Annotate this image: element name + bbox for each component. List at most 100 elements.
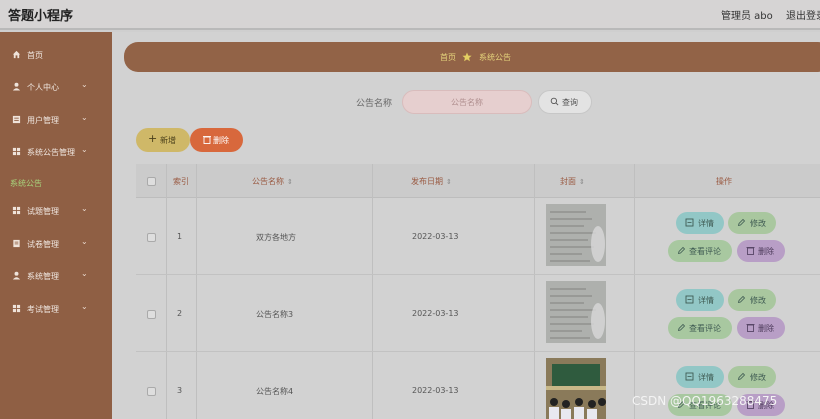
- home-icon: [12, 50, 21, 59]
- table-header: 索引 公告名称 ⇕ 发布日期 ⇕ 封面 ⇕ 操作: [136, 164, 820, 198]
- view-comments-label: 查看评论: [689, 324, 721, 333]
- row-checkbox[interactable]: [147, 310, 156, 319]
- detail-button[interactable]: 详情: [676, 289, 724, 311]
- sort-icon: ⇕: [446, 178, 452, 186]
- breadcrumb-home[interactable]: 首页: [440, 52, 456, 63]
- sidebar-item-label: 系统公告管理: [27, 148, 75, 157]
- delete-button[interactable]: 删除: [737, 240, 785, 262]
- sidebar: 首页 个人中心 ⌄ 用户管理 ⌄ 系统公告管理 ⌄ 系统公告 试题管理 ⌄ 试卷…: [0, 32, 112, 419]
- delete-label: 删除: [758, 247, 774, 256]
- header-date-label: 发布日期: [411, 177, 443, 186]
- user-icon: [12, 82, 21, 91]
- edit-icon: [737, 218, 746, 227]
- table-row: 1 双方各地方 2022-03-13 详情 修改 查看评论 删除: [136, 198, 820, 275]
- row-name: 双方各地方: [256, 233, 296, 242]
- detail-icon: [685, 295, 694, 304]
- cover-thumbnail[interactable]: [546, 281, 606, 343]
- edit-label: 修改: [750, 373, 766, 382]
- sidebar-item-personal-center[interactable]: 个人中心 ⌄: [0, 78, 112, 98]
- sidebar-item-paper-management[interactable]: 试卷管理 ⌄: [0, 235, 112, 255]
- row-date: 2022-03-13: [412, 232, 459, 241]
- chevron-down-icon: ⌄: [81, 269, 88, 278]
- row-index: 2: [177, 309, 183, 318]
- view-comments-button[interactable]: 查看评论: [668, 240, 732, 262]
- query-button[interactable]: 查询: [538, 90, 592, 114]
- header-name-label: 公告名称: [252, 177, 284, 186]
- table-row: 3 公告名称4 2022-03-13 详情 修改 查看评论 删除: [136, 352, 820, 419]
- row-checkbox[interactable]: [147, 233, 156, 242]
- sidebar-item-label: 试卷管理: [27, 240, 59, 249]
- trash-icon: [746, 324, 755, 332]
- user-icon: [12, 271, 21, 280]
- sidebar-item-system-management[interactable]: 系统管理 ⌄: [0, 267, 112, 287]
- row-checkbox[interactable]: [147, 387, 156, 396]
- sidebar-item-label: 个人中心: [27, 83, 59, 92]
- batch-delete-button[interactable]: 删除: [190, 128, 243, 152]
- delete-button[interactable]: 删除: [737, 317, 785, 339]
- chevron-down-icon: ⌄: [81, 113, 88, 122]
- edit-label: 修改: [750, 219, 766, 228]
- edit-button[interactable]: 修改: [728, 366, 776, 388]
- sidebar-item-notice[interactable]: 系统公告: [0, 174, 112, 194]
- delete-label: 删除: [758, 324, 774, 333]
- sidebar-item-label: 系统管理: [27, 272, 59, 281]
- trash-icon: [203, 136, 211, 144]
- grid-icon: [12, 147, 21, 156]
- watermark: CSDN @QQ1963288475: [632, 394, 778, 408]
- search-icon: [550, 97, 559, 106]
- row-index: 1: [177, 232, 183, 241]
- logout-link[interactable]: 退出登录: [786, 7, 820, 22]
- chevron-down-icon: ⌄: [81, 204, 88, 213]
- row-date: 2022-03-13: [412, 386, 459, 395]
- edit-label: 修改: [750, 296, 766, 305]
- notice-table: 索引 公告名称 ⇕ 发布日期 ⇕ 封面 ⇕ 操作 1 双方各地方 2022-03-13: [136, 164, 820, 419]
- search-label: 公告名称: [356, 99, 393, 109]
- edit-icon: [737, 295, 746, 304]
- header-cover-label: 封面: [560, 177, 576, 186]
- plus-icon: +: [148, 132, 158, 145]
- sort-icon: ⇕: [287, 178, 293, 186]
- detail-button[interactable]: 详情: [676, 212, 724, 234]
- edit-icon: [677, 323, 686, 332]
- sidebar-item-user-management[interactable]: 用户管理 ⌄: [0, 111, 112, 131]
- header-actions: 操作: [716, 177, 732, 186]
- add-button[interactable]: + 新增: [136, 128, 190, 152]
- sidebar-item-exam-management[interactable]: 考试管理 ⌄: [0, 300, 112, 320]
- table-row: 2 公告名称3 2022-03-13 详情 修改 查看评论 删除: [136, 275, 820, 352]
- chevron-down-icon: ⌄: [81, 145, 88, 154]
- row-name: 公告名称4: [256, 387, 294, 396]
- row-name: 公告名称3: [256, 310, 294, 319]
- detail-button[interactable]: 详情: [676, 366, 724, 388]
- doc-icon: [13, 239, 20, 248]
- chevron-down-icon: ⌄: [81, 302, 88, 311]
- sidebar-item-label: 用户管理: [27, 116, 59, 125]
- batch-delete-label: 删除: [213, 136, 229, 145]
- top-bar: 答题小程序 管理员 abo 退出登录: [0, 0, 820, 30]
- sidebar-item-label: 考试管理: [27, 305, 59, 314]
- cover-thumbnail[interactable]: [546, 204, 606, 266]
- view-comments-button[interactable]: 查看评论: [668, 317, 732, 339]
- detail-label: 详情: [698, 296, 714, 305]
- breadcrumb: 首页 系统公告: [124, 42, 820, 72]
- app-title: 答题小程序: [8, 9, 74, 24]
- grid-icon: [12, 304, 21, 313]
- detail-label: 详情: [698, 373, 714, 382]
- detail-icon: [685, 218, 694, 227]
- edit-button[interactable]: 修改: [728, 289, 776, 311]
- select-all-checkbox[interactable]: [147, 177, 156, 186]
- header-cover[interactable]: 封面 ⇕: [560, 176, 585, 187]
- sidebar-item-label: 首页: [27, 51, 43, 60]
- edit-icon: [737, 372, 746, 381]
- detail-label: 详情: [698, 219, 714, 228]
- header-date[interactable]: 发布日期 ⇕: [411, 176, 452, 187]
- header-name[interactable]: 公告名称 ⇕: [252, 176, 293, 187]
- header-index: 索引: [173, 177, 189, 186]
- sidebar-item-home[interactable]: 首页: [0, 46, 112, 66]
- search-input[interactable]: [402, 90, 532, 114]
- edit-button[interactable]: 修改: [728, 212, 776, 234]
- sort-icon: ⇕: [579, 178, 585, 186]
- main-content: 首页 系统公告 公告名称 查询 + 新增 删除 索引 公告名称⇕ 发布日期⇕ 封…: [112, 32, 820, 419]
- sidebar-item-notice-management[interactable]: 系统公告管理 ⌄: [0, 143, 112, 163]
- cover-thumbnail[interactable]: [546, 358, 606, 419]
- sidebar-item-question-management[interactable]: 试题管理 ⌄: [0, 202, 112, 222]
